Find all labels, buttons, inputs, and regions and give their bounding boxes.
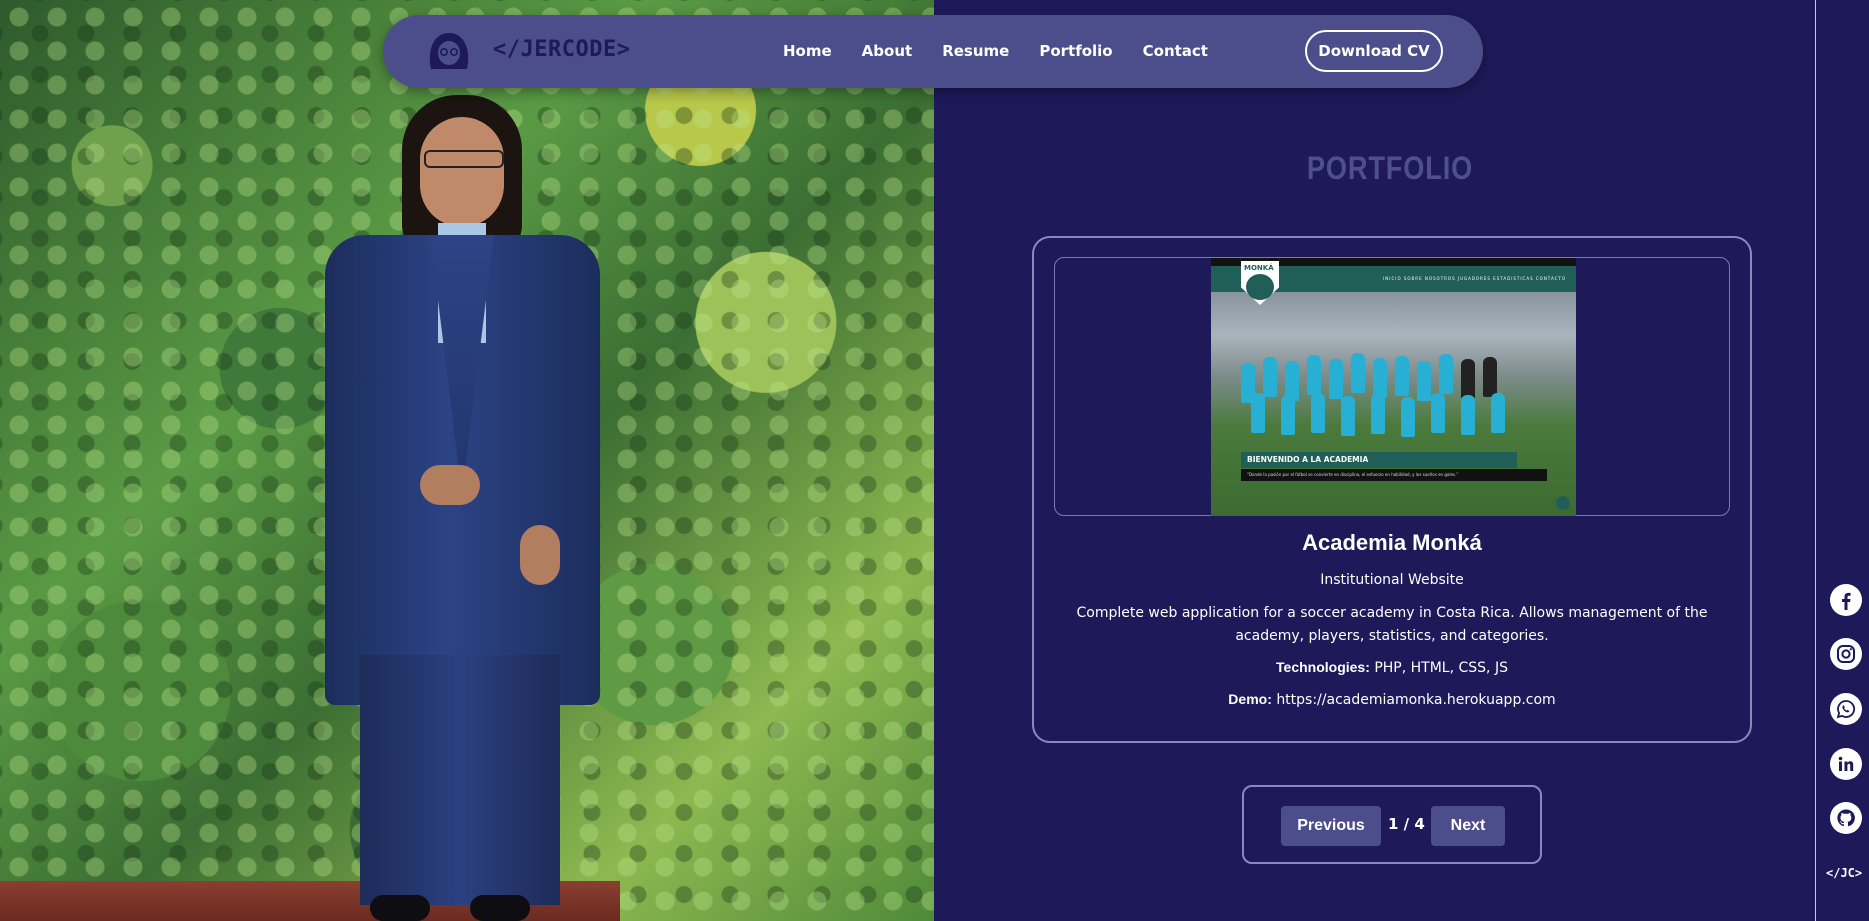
instagram-icon[interactable] <box>1830 638 1862 670</box>
next-button[interactable]: Next <box>1431 806 1505 846</box>
navbar: </JERCODE> Home About Resume Portfolio C… <box>383 15 1483 88</box>
nav-links: Home About Resume Portfolio Contact <box>783 42 1208 60</box>
project-demo: Demo: https://academiamonka.herokuapp.co… <box>1034 691 1750 708</box>
nav-contact[interactable]: Contact <box>1143 42 1208 60</box>
whatsapp-icon[interactable] <box>1830 693 1862 725</box>
linkedin-icon[interactable] <box>1830 748 1862 780</box>
technologies-value: PHP, HTML, CSS, JS <box>1374 660 1508 676</box>
nav-about[interactable]: About <box>862 42 913 60</box>
pagination: Previous 1 / 4 Next <box>1242 785 1542 864</box>
hero-photo <box>0 0 934 921</box>
social-sidebar: </JC> <box>1815 0 1869 921</box>
download-cv-button[interactable]: Download CV <box>1305 30 1443 72</box>
page-counter: 1 / 4 <box>1388 815 1425 833</box>
section-title: PORTFOLIO <box>1306 150 1474 186</box>
nav-resume[interactable]: Resume <box>942 42 1009 60</box>
technologies-label: Technologies: <box>1276 659 1370 675</box>
project-technologies: Technologies: PHP, HTML, CSS, JS <box>1034 659 1750 676</box>
project-name: Academia Monká <box>1302 530 1482 555</box>
nav-home[interactable]: Home <box>783 42 832 60</box>
screenshot-nav: INICIO SOBRE NOSOTROS JUGADORES ESTADIST… <box>1383 276 1566 281</box>
facebook-icon[interactable] <box>1830 584 1862 616</box>
project-type: Institutional Website <box>1320 572 1464 588</box>
project-card: INICIO SOBRE NOSOTROS JUGADORES ESTADIST… <box>1032 236 1752 743</box>
demo-link[interactable]: https://academiamonka.herokuapp.com <box>1276 692 1555 708</box>
footer-mark[interactable]: </JC> <box>1826 866 1862 880</box>
previous-button[interactable]: Previous <box>1281 806 1381 846</box>
github-icon[interactable] <box>1830 802 1862 834</box>
team-photo <box>1241 353 1541 437</box>
project-image-frame: INICIO SOBRE NOSOTROS JUGADORES ESTADIST… <box>1054 257 1730 516</box>
club-badge-text: MONKÁ <box>1244 264 1274 272</box>
logo-avatar-icon[interactable] <box>425 31 473 71</box>
logo-text[interactable]: </JERCODE> <box>493 37 630 62</box>
club-badge-emblem <box>1246 274 1274 300</box>
nav-portfolio[interactable]: Portfolio <box>1039 42 1112 60</box>
project-screenshot[interactable]: INICIO SOBRE NOSOTROS JUGADORES ESTADIST… <box>1211 258 1576 516</box>
zoom-icon[interactable] <box>1556 496 1570 510</box>
screenshot-quote: “Donde la pasión por el fútbol se convie… <box>1241 469 1547 481</box>
demo-label: Demo: <box>1228 691 1272 707</box>
portrait-person <box>320 95 610 921</box>
project-description: Complete web application for a soccer ac… <box>1076 605 1708 644</box>
screenshot-banner: BIENVENIDO A LA ACADEMIA <box>1241 452 1517 468</box>
